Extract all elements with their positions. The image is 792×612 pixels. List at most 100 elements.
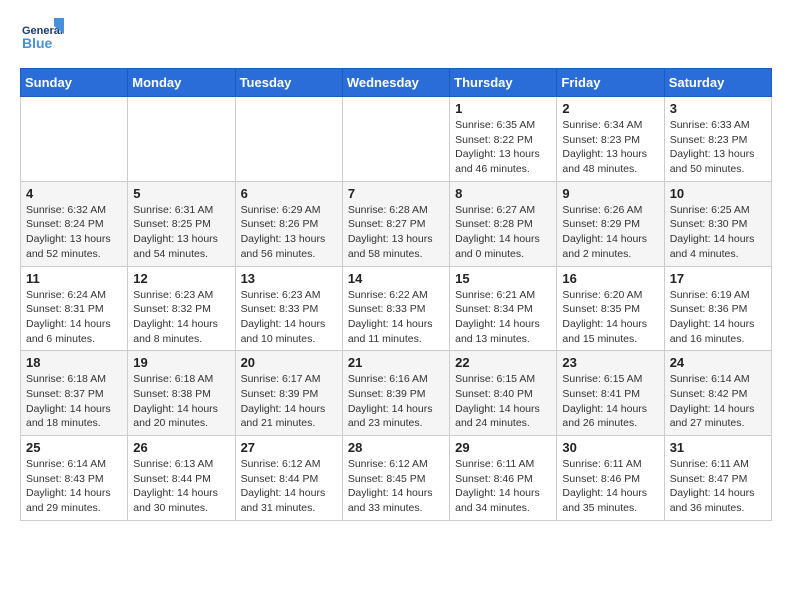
day-info: Sunrise: 6:18 AM Sunset: 8:37 PM Dayligh…	[26, 372, 122, 431]
day-number: 30	[562, 440, 658, 455]
calendar-week-1: 1Sunrise: 6:35 AM Sunset: 8:22 PM Daylig…	[21, 97, 772, 182]
calendar-cell: 28 Sunrise: 6:12 AM Sunset: 8:45 PM Dayli…	[342, 436, 449, 521]
day-number: 28	[348, 440, 444, 455]
day-of-week-friday: Friday	[557, 69, 664, 97]
day-info: Sunrise: 6:13 AM Sunset: 8:44 PM Dayligh…	[133, 457, 229, 516]
day-info: Sunrise: 6:33 AM Sunset: 8:23 PM Dayligh…	[670, 118, 766, 177]
day-number: 12	[133, 271, 229, 286]
day-number: 24	[670, 355, 766, 370]
day-of-week-saturday: Saturday	[664, 69, 771, 97]
calendar-cell: 5 Sunrise: 6:31 AM Sunset: 8:25 PM Daylig…	[128, 181, 235, 266]
calendar-cell: 6Sunrise: 6:29 AM Sunset: 8:26 PM Daylig…	[235, 181, 342, 266]
calendar-cell: 14 Sunrise: 6:22 AM Sunset: 8:33 PM Dayli…	[342, 266, 449, 351]
calendar-cell: 21 Sunrise: 6:16 AM Sunset: 8:39 PM Dayli…	[342, 351, 449, 436]
day-number: 3	[670, 101, 766, 116]
calendar-cell	[342, 97, 449, 182]
day-number: 14	[348, 271, 444, 286]
calendar-cell: 8 Sunrise: 6:27 AM Sunset: 8:28 PM Daylig…	[450, 181, 557, 266]
calendar-cell: 26 Sunrise: 6:13 AM Sunset: 8:44 PM Dayli…	[128, 436, 235, 521]
day-info: Sunrise: 6:26 AM Sunset: 8:29 PM Dayligh…	[562, 203, 658, 262]
calendar-cell: 16Sunrise: 6:20 AM Sunset: 8:35 PM Dayli…	[557, 266, 664, 351]
day-of-week-wednesday: Wednesday	[342, 69, 449, 97]
calendar-cell: 19 Sunrise: 6:18 AM Sunset: 8:38 PM Dayli…	[128, 351, 235, 436]
day-number: 5	[133, 186, 229, 201]
day-info: Sunrise: 6:23 AM Sunset: 8:33 PM Dayligh…	[241, 288, 337, 347]
day-number: 7	[348, 186, 444, 201]
day-info: Sunrise: 6:18 AM Sunset: 8:38 PM Dayligh…	[133, 372, 229, 431]
svg-text:Blue: Blue	[22, 35, 53, 51]
day-of-week-monday: Monday	[128, 69, 235, 97]
calendar-week-3: 11 Sunrise: 6:24 AM Sunset: 8:31 PM Dayli…	[21, 266, 772, 351]
day-number: 31	[670, 440, 766, 455]
day-number: 29	[455, 440, 551, 455]
calendar-week-5: 25 Sunrise: 6:14 AM Sunset: 8:43 PM Dayli…	[21, 436, 772, 521]
day-of-week-thursday: Thursday	[450, 69, 557, 97]
day-info: Sunrise: 6:11 AM Sunset: 8:47 PM Dayligh…	[670, 457, 766, 516]
day-number: 15	[455, 271, 551, 286]
calendar-cell: 29Sunrise: 6:11 AM Sunset: 8:46 PM Dayli…	[450, 436, 557, 521]
calendar-cell: 1Sunrise: 6:35 AM Sunset: 8:22 PM Daylig…	[450, 97, 557, 182]
calendar-cell: 9 Sunrise: 6:26 AM Sunset: 8:29 PM Daylig…	[557, 181, 664, 266]
day-number: 4	[26, 186, 122, 201]
calendar-cell: 31 Sunrise: 6:11 AM Sunset: 8:47 PM Dayli…	[664, 436, 771, 521]
day-number: 26	[133, 440, 229, 455]
calendar-cell: 15 Sunrise: 6:21 AM Sunset: 8:34 PM Dayli…	[450, 266, 557, 351]
day-info: Sunrise: 6:11 AM Sunset: 8:46 PM Dayligh…	[562, 457, 658, 516]
day-number: 18	[26, 355, 122, 370]
day-info: Sunrise: 6:15 AM Sunset: 8:40 PM Dayligh…	[455, 372, 551, 431]
calendar-cell: 20 Sunrise: 6:17 AM Sunset: 8:39 PM Dayli…	[235, 351, 342, 436]
calendar-cell: 13 Sunrise: 6:23 AM Sunset: 8:33 PM Dayli…	[235, 266, 342, 351]
day-info: Sunrise: 6:34 AM Sunset: 8:23 PM Dayligh…	[562, 118, 658, 177]
day-number: 1	[455, 101, 551, 116]
calendar-cell: 18 Sunrise: 6:18 AM Sunset: 8:37 PM Dayli…	[21, 351, 128, 436]
logo: General Blue	[20, 16, 64, 60]
calendar-cell: 22 Sunrise: 6:15 AM Sunset: 8:40 PM Dayli…	[450, 351, 557, 436]
calendar-cell	[21, 97, 128, 182]
day-info: Sunrise: 6:31 AM Sunset: 8:25 PM Dayligh…	[133, 203, 229, 262]
day-number: 11	[26, 271, 122, 286]
day-info: Sunrise: 6:23 AM Sunset: 8:32 PM Dayligh…	[133, 288, 229, 347]
day-number: 27	[241, 440, 337, 455]
day-info: Sunrise: 6:12 AM Sunset: 8:44 PM Dayligh…	[241, 457, 337, 516]
day-info: Sunrise: 6:16 AM Sunset: 8:39 PM Dayligh…	[348, 372, 444, 431]
day-info: Sunrise: 6:22 AM Sunset: 8:33 PM Dayligh…	[348, 288, 444, 347]
day-info: Sunrise: 6:15 AM Sunset: 8:41 PM Dayligh…	[562, 372, 658, 431]
calendar-header-row: SundayMondayTuesdayWednesdayThursdayFrid…	[21, 69, 772, 97]
day-number: 13	[241, 271, 337, 286]
logo-svg: General Blue	[20, 16, 64, 60]
day-info: Sunrise: 6:24 AM Sunset: 8:31 PM Dayligh…	[26, 288, 122, 347]
calendar-week-4: 18 Sunrise: 6:18 AM Sunset: 8:37 PM Dayli…	[21, 351, 772, 436]
day-info: Sunrise: 6:14 AM Sunset: 8:42 PM Dayligh…	[670, 372, 766, 431]
day-info: Sunrise: 6:17 AM Sunset: 8:39 PM Dayligh…	[241, 372, 337, 431]
calendar-cell: 2Sunrise: 6:34 AM Sunset: 8:23 PM Daylig…	[557, 97, 664, 182]
calendar-cell: 25 Sunrise: 6:14 AM Sunset: 8:43 PM Dayli…	[21, 436, 128, 521]
day-info: Sunrise: 6:27 AM Sunset: 8:28 PM Dayligh…	[455, 203, 551, 262]
day-number: 20	[241, 355, 337, 370]
day-number: 17	[670, 271, 766, 286]
day-info: Sunrise: 6:14 AM Sunset: 8:43 PM Dayligh…	[26, 457, 122, 516]
calendar-table: SundayMondayTuesdayWednesdayThursdayFrid…	[20, 68, 772, 521]
day-number: 10	[670, 186, 766, 201]
day-info: Sunrise: 6:25 AM Sunset: 8:30 PM Dayligh…	[670, 203, 766, 262]
day-number: 8	[455, 186, 551, 201]
day-info: Sunrise: 6:21 AM Sunset: 8:34 PM Dayligh…	[455, 288, 551, 347]
day-number: 21	[348, 355, 444, 370]
day-number: 22	[455, 355, 551, 370]
calendar-cell: 12 Sunrise: 6:23 AM Sunset: 8:32 PM Dayli…	[128, 266, 235, 351]
calendar-cell: 30 Sunrise: 6:11 AM Sunset: 8:46 PM Dayli…	[557, 436, 664, 521]
calendar-cell: 23Sunrise: 6:15 AM Sunset: 8:41 PM Dayli…	[557, 351, 664, 436]
day-of-week-sunday: Sunday	[21, 69, 128, 97]
day-of-week-tuesday: Tuesday	[235, 69, 342, 97]
calendar-cell: 3 Sunrise: 6:33 AM Sunset: 8:23 PM Daylig…	[664, 97, 771, 182]
day-info: Sunrise: 6:28 AM Sunset: 8:27 PM Dayligh…	[348, 203, 444, 262]
day-info: Sunrise: 6:12 AM Sunset: 8:45 PM Dayligh…	[348, 457, 444, 516]
day-info: Sunrise: 6:19 AM Sunset: 8:36 PM Dayligh…	[670, 288, 766, 347]
day-number: 9	[562, 186, 658, 201]
calendar-cell: 7 Sunrise: 6:28 AM Sunset: 8:27 PM Daylig…	[342, 181, 449, 266]
calendar-cell: 10 Sunrise: 6:25 AM Sunset: 8:30 PM Dayli…	[664, 181, 771, 266]
day-number: 19	[133, 355, 229, 370]
calendar-week-2: 4 Sunrise: 6:32 AM Sunset: 8:24 PM Daylig…	[21, 181, 772, 266]
day-info: Sunrise: 6:29 AM Sunset: 8:26 PM Dayligh…	[241, 203, 337, 262]
day-number: 25	[26, 440, 122, 455]
day-info: Sunrise: 6:32 AM Sunset: 8:24 PM Dayligh…	[26, 203, 122, 262]
